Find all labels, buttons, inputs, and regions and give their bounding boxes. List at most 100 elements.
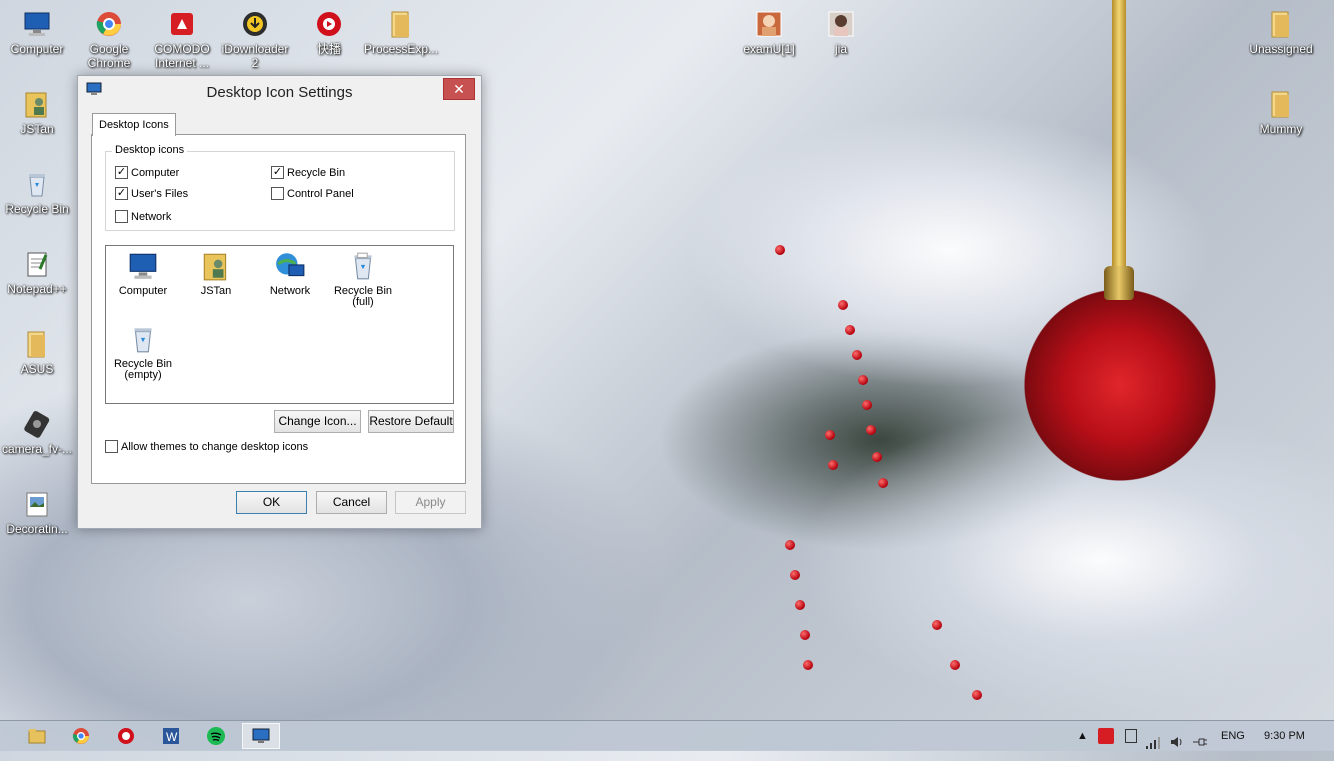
desktop-icon-label: jia [834, 42, 847, 56]
taskbar-chrome[interactable] [62, 723, 100, 749]
list-item-computer[interactable]: Computer [108, 250, 178, 297]
bead [828, 460, 838, 470]
group-label: Desktop icons [112, 144, 188, 156]
bead [872, 452, 882, 462]
desktop-icon-label: camera_fv-... [1, 442, 73, 456]
checkbox-label: Control Panel [287, 187, 354, 200]
show-hidden-icons-button[interactable]: ▲ [1077, 721, 1088, 751]
desktop-icon-label: Notepad++ [7, 282, 67, 296]
checkbox-box[interactable] [115, 210, 128, 223]
svg-text:W: W [166, 730, 178, 744]
list-item-jstan[interactable]: JSTan [181, 250, 251, 297]
desktop-icon-google-chrome[interactable]: Google Chrome [72, 8, 146, 70]
bead [785, 540, 795, 550]
checkbox-box[interactable]: ✓ [115, 187, 128, 200]
taskbar-desktop-icon-settings[interactable] [242, 723, 280, 749]
checkbox-computer[interactable]: ✓ Computer [115, 166, 179, 179]
desktop-icon-label: JSTan [20, 122, 54, 136]
list-item-label-2: (empty) [124, 369, 162, 381]
ok-button[interactable]: OK [236, 491, 307, 514]
checkbox-box[interactable]: ✓ [271, 166, 284, 179]
desktop-icon-label: Google Chrome [87, 42, 131, 70]
network-icon [274, 250, 306, 282]
bead [803, 660, 813, 670]
checkbox-box[interactable] [105, 440, 118, 453]
bead [800, 630, 810, 640]
apply-button[interactable]: Apply [395, 491, 466, 514]
ornament-ribbon [1112, 0, 1126, 270]
desktop-icon-comodo[interactable]: COMODO Internet ... [145, 8, 219, 70]
recycle-bin-full-icon [347, 250, 379, 282]
desktop-icon-asus[interactable]: ASUS [0, 328, 74, 376]
checkbox-label: Allow themes to change desktop icons [121, 440, 309, 453]
desktop-icon-computer[interactable]: Computer [0, 8, 74, 56]
user-folder-icon [21, 88, 53, 120]
bead [932, 620, 942, 630]
change-icon-button[interactable]: Change Icon... [274, 410, 361, 433]
qvod-player-icon [118, 728, 134, 744]
comodo-tray-icon[interactable] [1098, 728, 1114, 744]
list-item-recycle-bin-full[interactable]: Recycle Bin (full) [328, 250, 398, 308]
list-item-network[interactable]: Network [255, 250, 325, 297]
folder-icon [385, 8, 417, 40]
list-item-recycle-bin-empty[interactable]: Recycle Bin (empty) [108, 323, 178, 381]
desktop-icon-jstan[interactable]: JSTan [0, 88, 74, 136]
taskbar-file-explorer[interactable] [18, 723, 56, 749]
checkbox-label: User's Files [131, 187, 189, 200]
bead [858, 375, 868, 385]
chrome-icon [93, 8, 125, 40]
network-signal-icon[interactable] [1146, 731, 1160, 749]
folder-icon [21, 328, 53, 360]
taskbar-qvod[interactable] [107, 723, 145, 749]
checkbox-network[interactable]: Network [115, 210, 171, 223]
desktop-icon-qvod[interactable]: 快播 [292, 8, 366, 56]
checkbox-label: Network [131, 210, 172, 223]
checkbox-recycle-bin[interactable]: ✓ Recycle Bin [271, 166, 345, 179]
desktop-icon-notepad-plus-plus[interactable]: Notepad++ [0, 248, 74, 296]
close-button[interactable]: ✕ [443, 78, 475, 100]
restore-default-button[interactable]: Restore Default [368, 410, 454, 433]
checkbox-users-files[interactable]: ✓ User's Files [115, 187, 188, 200]
dialog-titlebar[interactable]: Desktop Icon Settings ✕ [78, 76, 481, 106]
checkbox-box[interactable] [271, 187, 284, 200]
desktop-icon-recycle-bin[interactable]: Recycle Bin [0, 168, 74, 216]
desktop-icon-unassigned[interactable]: Unassigned [1244, 8, 1318, 56]
tab-desktop-icons[interactable]: Desktop Icons [92, 113, 176, 136]
computer-icon [127, 250, 159, 282]
desktop-icon-mummy[interactable]: Mummy [1244, 88, 1318, 136]
cancel-button[interactable]: Cancel [316, 491, 387, 514]
spotify-icon [207, 727, 225, 745]
idownloader-icon [239, 8, 271, 40]
recycle-bin-empty-icon [127, 323, 159, 355]
action-center-icon[interactable] [1125, 729, 1137, 743]
desktop-icon-decorating[interactable]: Decoratin... [0, 488, 74, 536]
power-plug-icon[interactable] [1192, 730, 1208, 746]
clock[interactable]: 9:30 PM [1264, 721, 1305, 751]
desktop-icon-label: ASUS [20, 362, 54, 376]
language-indicator[interactable]: ENG [1221, 721, 1245, 751]
bead [862, 400, 872, 410]
desktop-icon-idownloader[interactable]: iDownloader 2 [218, 8, 292, 70]
taskbar-spotify[interactable] [197, 723, 235, 749]
camera-shortcut-icon [21, 408, 53, 440]
list-item-label: Computer [118, 285, 168, 297]
image-thumbnail-icon [753, 8, 785, 40]
bead [775, 245, 785, 255]
dialog-title: Desktop Icon Settings [206, 84, 353, 101]
checkbox-allow-themes[interactable]: Allow themes to change desktop icons [105, 440, 308, 453]
desktop-icon-label: ProcessExp... [364, 42, 439, 56]
recycle-bin-icon [21, 168, 53, 200]
bead [825, 430, 835, 440]
desktop-icon-processexp[interactable]: ProcessExp... [364, 8, 438, 56]
notepad-plus-plus-icon [21, 248, 53, 280]
checkbox-control-panel[interactable]: Control Panel [271, 187, 354, 200]
checkbox-box[interactable]: ✓ [115, 166, 128, 179]
volume-icon[interactable] [1170, 730, 1184, 747]
folder-icon [1265, 8, 1297, 40]
desktop-icon-camera[interactable]: camera_fv-... [0, 408, 74, 456]
desktop-icon-examu[interactable]: examU[1] [732, 8, 806, 56]
taskbar-word[interactable]: W [152, 723, 190, 749]
user-folder-icon [200, 250, 232, 282]
desktop-icons-group: Desktop icons ✓ Computer ✓ Recycle Bin ✓ Us… [105, 144, 455, 231]
desktop-icon-jia[interactable]: jia [804, 8, 878, 56]
